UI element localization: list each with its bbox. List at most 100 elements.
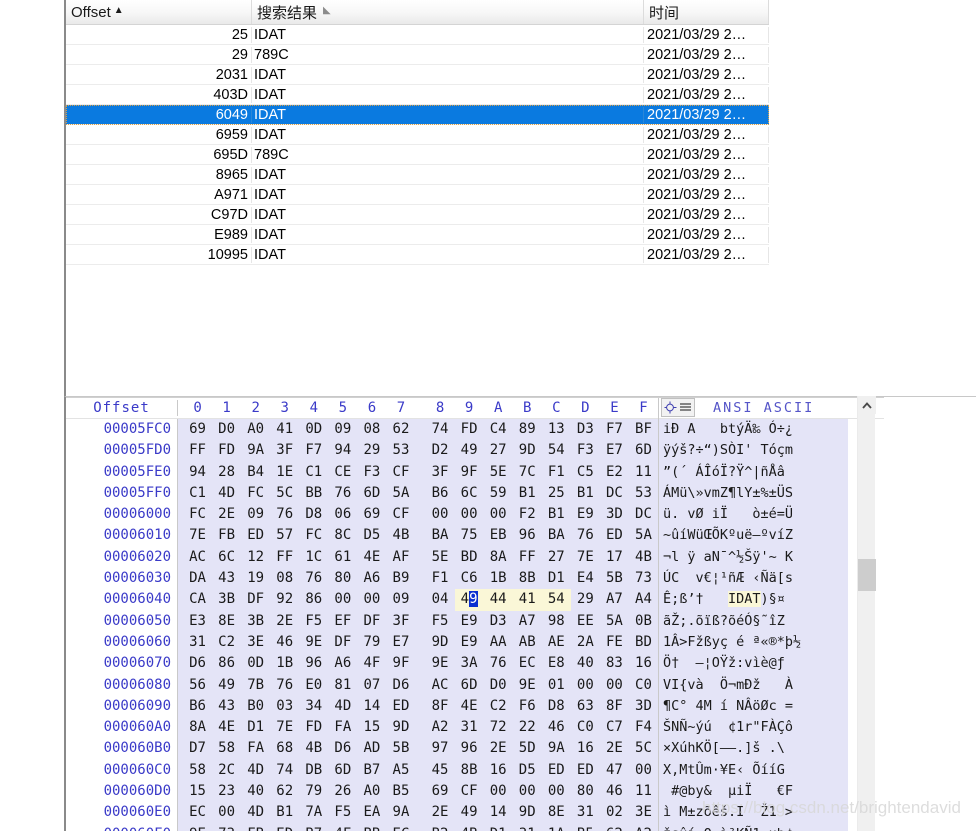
hex-byte[interactable]: 58 — [183, 760, 212, 781]
hex-byte[interactable]: BA — [426, 525, 455, 546]
hex-byte[interactable]: E0 — [299, 675, 328, 696]
hex-byte[interactable]: 08 — [357, 419, 386, 440]
hex-byte[interactable]: 61 — [328, 547, 357, 568]
hex-row-bytes[interactable]: CA 3B DF 92 86 00 00 09 04 49 44 41 54 29 A7 A4 — [178, 589, 658, 610]
hex-byte[interactable]: 96 — [455, 738, 484, 759]
hex-row[interactable]: 00005FD0 FF FD 9A 3F F7 94 29 53 D2 49 27 9D 54 F3 E7 6D… — [66, 440, 976, 461]
hex-row-ascii[interactable]: ×XúhKÖ­[——.]š .\ — [658, 738, 848, 759]
hex-byte[interactable]: 2A — [571, 632, 600, 653]
hex-byte[interactable]: DF — [328, 632, 357, 653]
hex-byte[interactable]: F5 — [299, 611, 328, 632]
hex-byte[interactable]: 31 — [513, 824, 542, 831]
hex-byte[interactable]: 4B — [299, 738, 328, 759]
hex-byte[interactable]: 69 — [183, 419, 212, 440]
hex-byte[interactable]: 12 — [241, 547, 270, 568]
hex-byte[interactable]: 2E — [600, 738, 629, 759]
hex-byte[interactable]: 00 — [455, 504, 484, 525]
hex-byte[interactable]: D3 — [571, 419, 600, 440]
hex-byte[interactable]: 00 — [542, 781, 571, 802]
hex-byte[interactable]: B6 — [426, 483, 455, 504]
hex-byte[interactable]: 94 — [328, 440, 357, 461]
hex-byte[interactable]: 5A — [386, 483, 415, 504]
hex-byte[interactable]: EC — [183, 802, 212, 823]
hex-byte[interactable]: 4B — [455, 824, 484, 831]
hex-byte[interactable]: 00 — [484, 504, 513, 525]
hex-byte[interactable]: BB — [357, 824, 386, 831]
hex-byte[interactable]: E9 — [571, 504, 600, 525]
hex-byte[interactable]: ED — [270, 824, 299, 831]
hex-byte[interactable]: AE — [542, 632, 571, 653]
hex-byte[interactable]: 49 — [455, 802, 484, 823]
hex-byte[interactable]: 9D — [513, 440, 542, 461]
hex-row-bytes[interactable]: D7 58 FA 68 4B D6 AD 5B 97 96 2E 5D 9A 16 2E 5C — [178, 738, 658, 759]
hex-byte[interactable]: 40 — [571, 653, 600, 674]
hex-byte[interactable]: 08 — [270, 568, 299, 589]
hex-byte[interactable]: ED — [571, 760, 600, 781]
hex-row-ascii[interactable]: ¬l ÿ aN¯^½Šÿ'~ K — [658, 547, 848, 568]
hex-byte[interactable]: 22 — [513, 717, 542, 738]
hex-row[interactable]: 00006090 B6 43 B0 03 34 4D 14 ED 8F 4E C2 F6 D8 63 8F 3D… — [66, 696, 976, 717]
hex-byte[interactable]: 3F — [426, 462, 455, 483]
hex-byte[interactable]: 5E — [484, 462, 513, 483]
hex-byte[interactable]: 14 — [357, 696, 386, 717]
search-result-row[interactable]: A971 IDAT 2021/03/29 2… — [66, 185, 769, 205]
hex-row-ascii[interactable]: ÁMü\»vmZ¶lY±%±ÜS — [658, 483, 848, 504]
hex-byte[interactable]: 3B — [241, 611, 270, 632]
hex-row-ascii[interactable]: ¶C° 4M í NÂöØc = — [658, 696, 848, 717]
hex-byte[interactable]: CF — [386, 462, 415, 483]
hex-byte[interactable]: 00 — [600, 675, 629, 696]
hex-row[interactable]: 000060F09E73FBEDB74FBBECB24BD1311AB562A2… — [66, 824, 976, 831]
hex-byte[interactable]: A6 — [357, 568, 386, 589]
hex-row[interactable]: 00005FE0 94 28 B4 1E C1 CE F3 CF 3F 9F 5E 7C F1 C5 E2 11… — [66, 462, 976, 483]
hex-byte[interactable]: 27 — [542, 547, 571, 568]
hex-byte[interactable]: CF — [386, 504, 415, 525]
hex-byte[interactable]: FA — [241, 738, 270, 759]
hex-byte[interactable]: B7 — [357, 760, 386, 781]
hex-byte[interactable]: FB — [241, 824, 270, 831]
hex-byte[interactable]: 4E — [455, 696, 484, 717]
hex-byte[interactable]: EA — [357, 802, 386, 823]
hex-byte[interactable]: 00 — [328, 589, 357, 610]
hex-byte[interactable]: 3B — [212, 589, 241, 610]
hex-row[interactable]: 000060D0 15 23 40 62 79 26 A0 B5 69 CF 00 00 00 80 46 11… — [66, 781, 976, 802]
hex-byte[interactable]: 2E — [212, 504, 241, 525]
hex-byte[interactable]: 6D — [629, 440, 658, 461]
hex-row-bytes[interactable]: EC 00 4D B1 7A F5 EA 9A 2E 49 14 9D 8E 31 02 3E — [178, 802, 658, 823]
hex-byte[interactable]: 80 — [571, 781, 600, 802]
hex-row-bytes[interactable]: E3 8E 3B 2E F5 EF DF 3F F5 E9 D3 A7 98 EE 5A 0B — [178, 611, 658, 632]
hex-byte[interactable]: 6D — [328, 760, 357, 781]
hex-byte[interactable]: 76 — [299, 568, 328, 589]
hex-byte[interactable]: C0 — [629, 675, 658, 696]
hex-byte[interactable]: 11 — [629, 462, 658, 483]
hex-byte[interactable]: 9D — [386, 717, 415, 738]
hex-byte[interactable]: C4 — [484, 419, 513, 440]
search-result-row[interactable]: 8965 IDAT 2021/03/29 2… — [66, 165, 769, 185]
hex-byte[interactable]: 72 — [484, 717, 513, 738]
hex-byte[interactable]: 28 — [212, 462, 241, 483]
hex-row-ascii[interactable]: Ö† –¦OŸž:vìè@ƒ — [658, 653, 848, 674]
hex-byte[interactable]: 43 — [212, 696, 241, 717]
hex-byte[interactable]: B2 — [426, 824, 455, 831]
hex-byte[interactable]: A7 — [513, 611, 542, 632]
hex-byte[interactable]: 34 — [299, 696, 328, 717]
hex-byte[interactable]: AF — [386, 547, 415, 568]
search-result-row[interactable]: 695D 789C 2021/03/29 2… — [66, 145, 769, 165]
hex-byte[interactable]: 4B — [386, 525, 415, 546]
hex-byte[interactable]: 8F — [426, 696, 455, 717]
hex-byte[interactable]: ED — [600, 525, 629, 546]
hex-byte[interactable]: 17 — [600, 547, 629, 568]
hex-row[interactable]: 00006000 FC 2E 09 76 D8 06 69 CF 00 00 00 F2 B1 E9 3D DC… — [66, 504, 976, 525]
hex-byte[interactable]: 27 — [484, 440, 513, 461]
hex-row-ascii[interactable]: VI{và Ö¬mÐž À — [658, 675, 848, 696]
hex-byte[interactable]: 5E — [426, 547, 455, 568]
hex-byte[interactable]: 7E — [571, 547, 600, 568]
hex-byte[interactable]: 76 — [484, 653, 513, 674]
hex-byte[interactable]: 9E — [513, 675, 542, 696]
hex-byte[interactable]: B9 — [386, 568, 415, 589]
hex-byte[interactable]: 3F — [270, 440, 299, 461]
hex-byte[interactable]: 3D — [600, 504, 629, 525]
hex-byte[interactable]: F5 — [426, 611, 455, 632]
hex-byte[interactable]: D2 — [426, 440, 455, 461]
hex-byte[interactable]: 4D — [241, 802, 270, 823]
hex-byte[interactable]: 26 — [328, 781, 357, 802]
